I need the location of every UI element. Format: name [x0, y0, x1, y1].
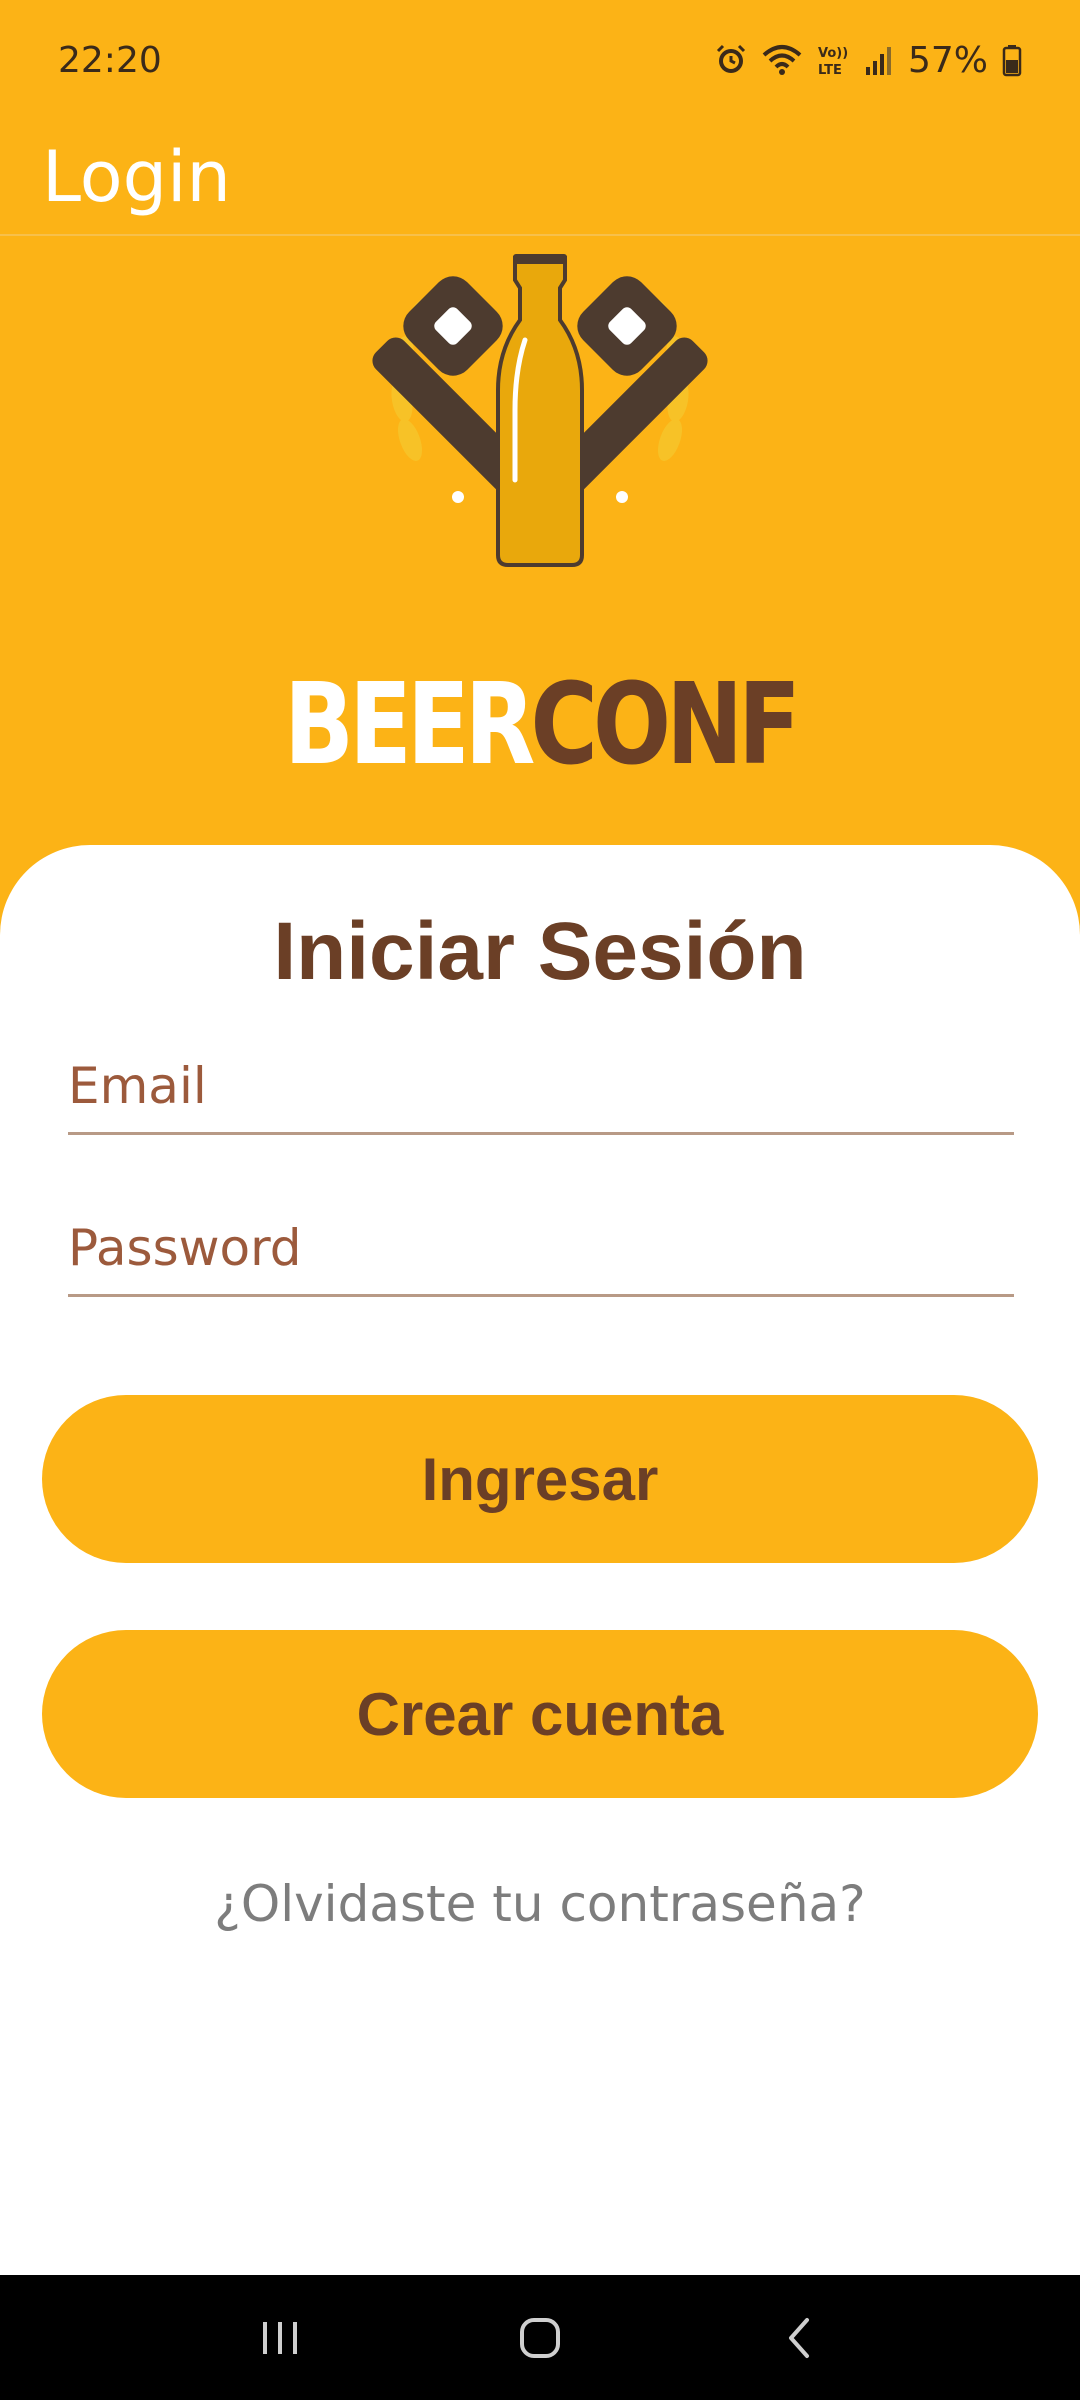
login-title: Iniciar Sesión — [273, 906, 807, 997]
forgot-password-link[interactable]: ¿Olvidaste tu contraseña? — [0, 1875, 1080, 1933]
brand-part-conf: CONF — [530, 660, 801, 790]
recents-icon[interactable] — [235, 2293, 325, 2383]
signal-icon — [864, 43, 894, 77]
login-card: Iniciar Sesión Ingresar Crear cuenta ¿Ol… — [0, 845, 1080, 2275]
system-nav-bar — [0, 2275, 1080, 2400]
create-account-button[interactable]: Crear cuenta — [42, 1630, 1038, 1798]
svg-text:Vo)): Vo)) — [818, 46, 848, 61]
email-field — [68, 1025, 1014, 1135]
beer-logo — [360, 240, 720, 580]
app-bar: Login — [0, 120, 1080, 236]
login-button[interactable]: Ingresar — [42, 1395, 1038, 1563]
wifi-icon — [762, 43, 802, 77]
home-icon[interactable] — [495, 2293, 585, 2383]
status-bar: 22:20 Vo)) LTE 57% — [0, 0, 1080, 120]
password-field — [68, 1187, 1014, 1297]
alarm-icon — [714, 43, 748, 77]
password-input[interactable] — [68, 1187, 1014, 1294]
email-input[interactable] — [68, 1025, 1014, 1132]
battery-icon — [1002, 43, 1022, 77]
brand-part-beer: BEER — [284, 660, 535, 790]
svg-text:LTE: LTE — [818, 63, 842, 77]
battery-level: 57% — [907, 39, 988, 81]
brand-wordmark: BEERCONF — [97, 660, 983, 790]
status-time: 22:20 — [58, 39, 162, 81]
page-title: Login — [42, 136, 231, 218]
back-icon[interactable] — [755, 2293, 845, 2383]
status-icons: Vo)) LTE 57% — [714, 40, 1022, 81]
volte-icon: Vo)) LTE — [816, 43, 850, 77]
